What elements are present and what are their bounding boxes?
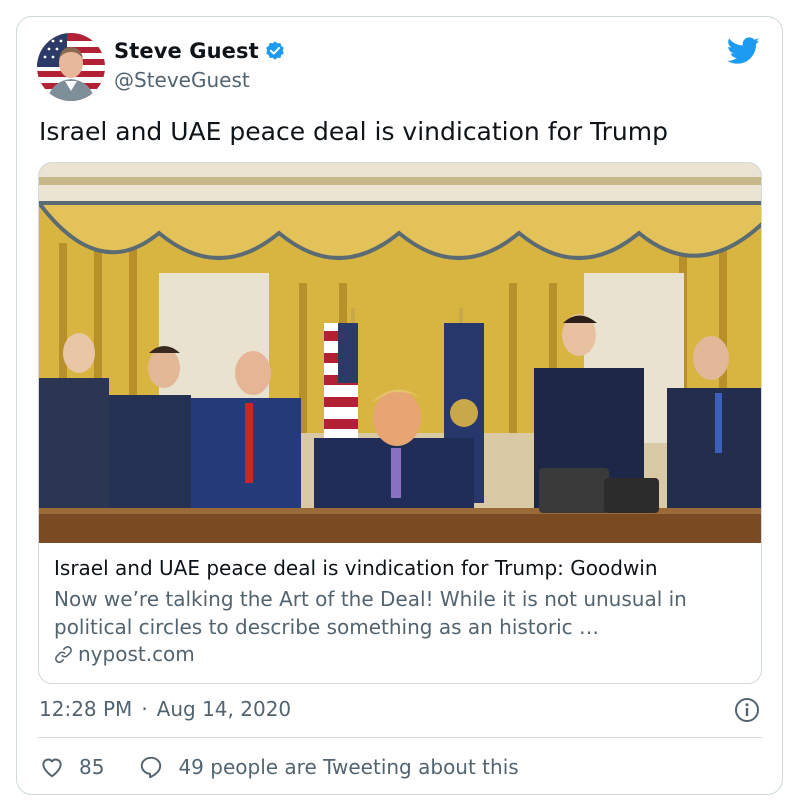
link-preview-card[interactable]: Israel and UAE peace deal is vindication… bbox=[38, 162, 762, 684]
author-handle[interactable]: @SteveGuest bbox=[114, 68, 250, 92]
link-card-domain: nypost.com bbox=[78, 642, 195, 666]
link-card-domain-row: nypost.com bbox=[53, 642, 195, 666]
action-row: 85 49 people are Tweeting about this bbox=[39, 754, 519, 780]
author-row: Steve Guest bbox=[114, 39, 286, 63]
info-icon[interactable] bbox=[734, 697, 760, 723]
display-name[interactable]: Steve Guest bbox=[114, 39, 259, 63]
tweet-time[interactable]: 12:28 PM bbox=[39, 697, 132, 721]
tweet-text: Israel and UAE peace deal is vindication… bbox=[39, 117, 668, 146]
verified-badge-icon bbox=[265, 41, 284, 60]
avatar-image bbox=[37, 33, 105, 101]
tweet-card[interactable]: Steve Guest @SteveGuest Israel and UAE p… bbox=[16, 16, 783, 795]
divider bbox=[38, 737, 762, 738]
timestamp-separator: · bbox=[141, 697, 148, 721]
oval-office-photo bbox=[39, 163, 761, 543]
reply-bubble-icon bbox=[141, 756, 162, 779]
twitter-bird-icon[interactable] bbox=[727, 37, 760, 65]
avatar[interactable] bbox=[37, 33, 105, 101]
tweet-date[interactable]: Aug 14, 2020 bbox=[157, 697, 291, 721]
heart-icon bbox=[42, 758, 62, 778]
link-icon bbox=[55, 645, 72, 663]
like-button[interactable]: 85 bbox=[39, 754, 104, 780]
conversation-link[interactable]: 49 people are Tweeting about this bbox=[138, 754, 519, 780]
link-card-title[interactable]: Israel and UAE peace deal is vindication… bbox=[54, 555, 658, 581]
like-count: 85 bbox=[79, 755, 105, 779]
tweet-timestamp[interactable]: 12:28 PM · Aug 14, 2020 bbox=[39, 697, 291, 721]
conversation-text: 49 people are Tweeting about this bbox=[178, 755, 519, 779]
link-card-description: Now we’re talking the Art of the Deal! W… bbox=[54, 587, 687, 639]
